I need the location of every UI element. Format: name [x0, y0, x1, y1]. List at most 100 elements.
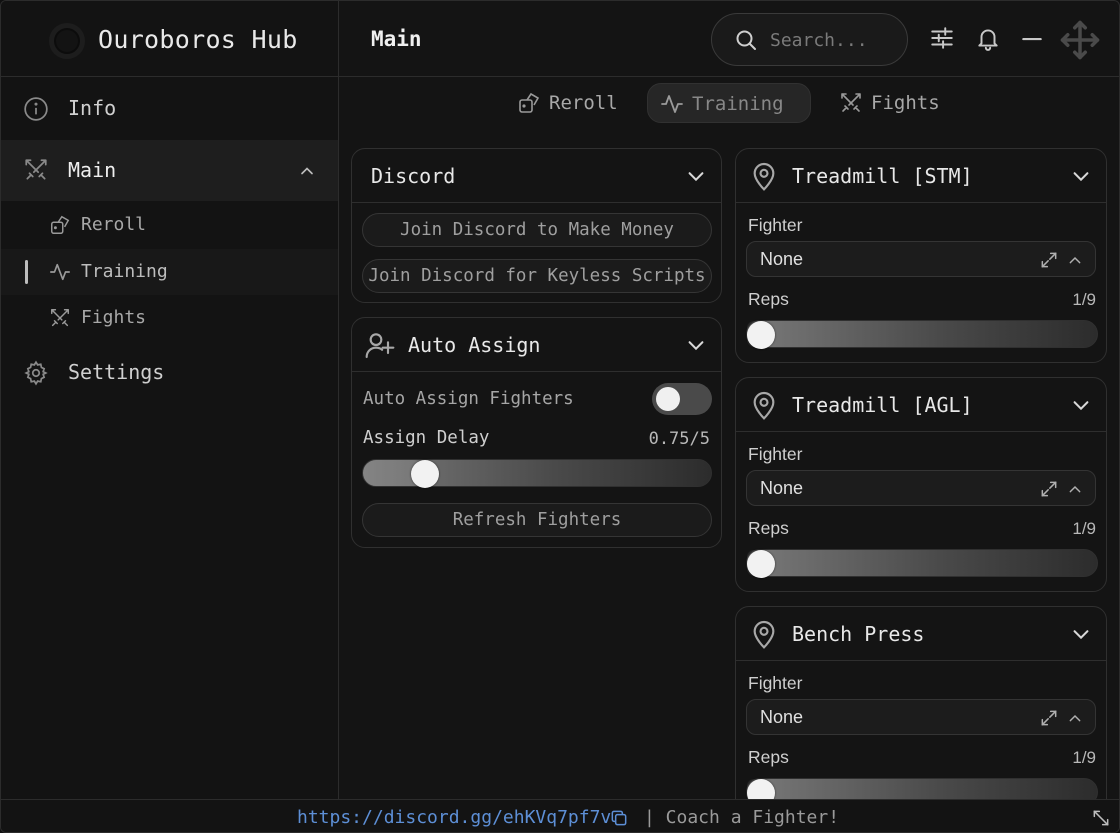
chevron-up-icon[interactable]	[1067, 252, 1083, 268]
sidebar-item-label: Info	[68, 96, 117, 120]
tab-label: Fights	[871, 92, 940, 114]
tab-label: Training	[692, 93, 784, 115]
assign-delay-value: 0.75/5	[648, 429, 710, 449]
expand-icon[interactable]	[1039, 479, 1059, 499]
chevron-down-icon[interactable]	[1070, 623, 1092, 645]
dice-icon	[49, 214, 71, 236]
search-box[interactable]	[711, 13, 908, 66]
chevron-down-icon[interactable]	[685, 334, 707, 356]
card-title: Bench Press	[792, 622, 925, 646]
chevron-down-icon[interactable]	[1070, 394, 1092, 416]
gear-icon	[23, 360, 49, 386]
reps-label: Reps	[748, 518, 789, 538]
map-pin-icon	[748, 618, 780, 650]
sidebar-item-label: Settings	[68, 360, 165, 384]
join-discord-money-button[interactable]: Join Discord to Make Money	[362, 213, 712, 247]
expand-icon[interactable]	[1039, 708, 1059, 728]
sidebar-item-info[interactable]: Info	[1, 81, 338, 137]
brand-header: Ouroboros Hub	[1, 1, 339, 77]
search-icon	[734, 28, 758, 52]
fighter-dropdown[interactable]: None	[746, 241, 1096, 277]
logo-icon	[49, 23, 85, 59]
copy-icon[interactable]	[609, 808, 629, 828]
training-card-header[interactable]: Bench Press	[736, 607, 1106, 661]
crossed-swords-icon	[839, 91, 863, 115]
activity-icon	[660, 92, 684, 116]
training-card-header[interactable]: Treadmill [AGL]	[736, 378, 1106, 432]
footer-tagline: | Coach a Fighter!	[644, 807, 840, 828]
sidebar-subitem-training[interactable]: Training	[1, 249, 338, 295]
slider-knob[interactable]	[747, 321, 775, 349]
chevron-up-icon[interactable]	[1067, 481, 1083, 497]
resize-icon[interactable]	[1091, 808, 1111, 828]
fighter-value: None	[760, 249, 804, 269]
training-card-header[interactable]: Treadmill [STM]	[736, 149, 1106, 203]
sidebar-subitem-label: Fights	[81, 307, 147, 328]
tab-fights[interactable]: Fights	[827, 83, 947, 123]
join-discord-keyless-button[interactable]: Join Discord for Keyless Scripts	[362, 259, 712, 293]
reps-label: Reps	[748, 747, 789, 767]
discord-card: Discord Join Discord to Make Money Join …	[351, 148, 722, 303]
tab-reroll[interactable]: Reroll	[505, 83, 629, 123]
reps-value: 1/9	[1072, 748, 1096, 767]
discord-card-header[interactable]: Discord	[352, 149, 721, 203]
chevron-up-icon[interactable]	[297, 161, 317, 181]
sidebar: Ouroboros Hub Info Main Reroll Training …	[1, 1, 339, 799]
chevron-up-icon[interactable]	[1067, 710, 1083, 726]
top-bar: Main	[339, 1, 1119, 77]
reps-slider[interactable]	[746, 320, 1098, 349]
tab-label: Reroll	[549, 92, 618, 114]
refresh-fighters-button[interactable]: Refresh Fighters	[362, 503, 712, 537]
toggle-knob	[656, 387, 680, 411]
selected-indicator	[25, 260, 28, 284]
sidebar-item-settings[interactable]: Settings	[1, 345, 338, 401]
fighter-dropdown[interactable]: None	[746, 470, 1096, 506]
map-pin-icon	[748, 160, 780, 192]
sidebar-subitem-label: Training	[81, 261, 168, 282]
crossed-swords-icon	[23, 157, 49, 183]
training-card: Bench Press Fighter None Reps 1/9	[735, 606, 1107, 821]
info-icon	[23, 96, 49, 122]
chevron-down-icon[interactable]	[685, 165, 707, 187]
slider-knob[interactable]	[747, 550, 775, 578]
training-card: Treadmill [AGL] Fighter None Reps 1/9	[735, 377, 1107, 592]
card-title: Discord	[371, 164, 456, 188]
auto-assign-toggle[interactable]	[652, 383, 712, 415]
tab-training[interactable]: Training	[647, 83, 811, 123]
fighter-dropdown[interactable]: None	[746, 699, 1096, 735]
sidebar-subitem-fights[interactable]: Fights	[1, 295, 338, 341]
chevron-down-icon[interactable]	[1070, 165, 1092, 187]
slider-knob[interactable]	[411, 460, 439, 488]
reps-slider[interactable]	[746, 549, 1098, 578]
move-icon[interactable]	[1059, 19, 1101, 61]
fighter-value: None	[760, 478, 804, 498]
auto-assign-fighters-label: Auto Assign Fighters	[363, 389, 574, 409]
tab-bar: Reroll Training Fights	[339, 78, 1119, 128]
app-title: Ouroboros Hub	[98, 25, 298, 54]
card-title: Treadmill [STM]	[792, 164, 973, 188]
card-title: Auto Assign	[408, 333, 541, 357]
sidebar-item-main[interactable]: Main	[1, 140, 338, 201]
training-card: Treadmill [STM] Fighter None Reps 1/9	[735, 148, 1107, 363]
discord-link[interactable]: https://discord.gg/ehKVq7pf7v	[297, 807, 611, 828]
fighter-label: Fighter	[748, 673, 803, 693]
reps-value: 1/9	[1072, 519, 1096, 538]
fighter-label: Fighter	[748, 444, 803, 464]
assign-delay-slider[interactable]	[362, 459, 712, 488]
dice-icon	[517, 91, 541, 115]
bell-icon[interactable]	[975, 25, 1001, 51]
sidebar-subitem-reroll[interactable]: Reroll	[1, 202, 338, 248]
app-window: Ouroboros Hub Info Main Reroll Training …	[0, 0, 1120, 833]
auto-assign-card: Auto Assign Auto Assign Fighters Assign …	[351, 317, 722, 548]
map-pin-icon	[748, 389, 780, 421]
sidebar-subitem-label: Reroll	[81, 214, 147, 235]
search-input[interactable]	[770, 27, 890, 53]
add-user-icon	[364, 329, 396, 361]
auto-assign-card-header[interactable]: Auto Assign	[352, 318, 721, 372]
minimize-icon[interactable]	[1019, 25, 1045, 51]
sliders-icon[interactable]	[929, 25, 955, 51]
reps-value: 1/9	[1072, 290, 1096, 309]
expand-icon[interactable]	[1039, 250, 1059, 270]
reps-label: Reps	[748, 289, 789, 309]
page-title: Main	[371, 27, 422, 51]
